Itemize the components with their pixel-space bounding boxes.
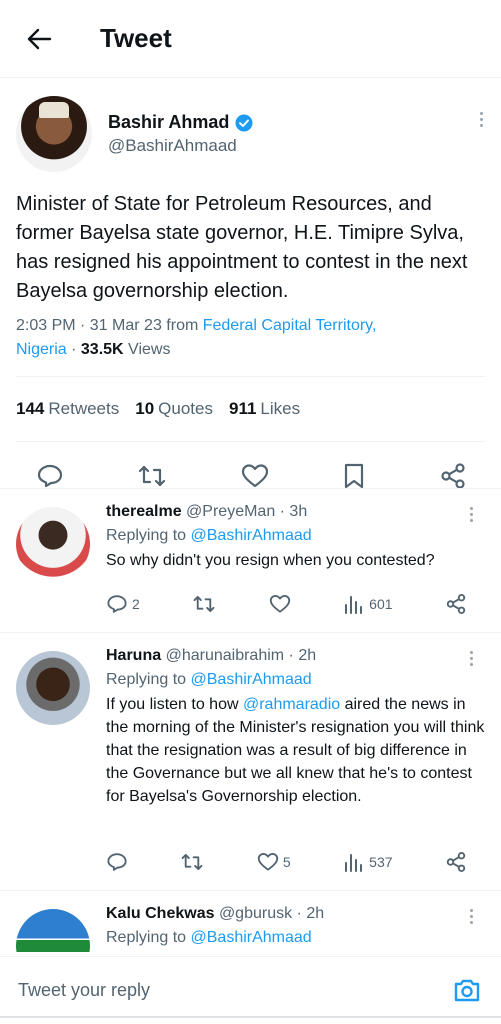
share-icon bbox=[446, 852, 466, 872]
tweet-location[interactable]: Federal Capital Territory, bbox=[203, 317, 377, 334]
reply-author-handle[interactable]: @PreyeMan · 3h bbox=[186, 503, 307, 520]
reply-author-handle[interactable]: @gburusk · 2h bbox=[219, 905, 324, 922]
retweet-button[interactable] bbox=[180, 851, 204, 873]
reply-icon bbox=[107, 853, 127, 871]
share-button[interactable] bbox=[445, 851, 467, 873]
reply-text: If you listen to how @rahmaradio aired t… bbox=[106, 696, 485, 805]
arrow-left-icon bbox=[27, 28, 52, 49]
reply-composer[interactable]: Tweet your reply bbox=[0, 956, 501, 1024]
author-name[interactable]: Bashir Ahmad bbox=[108, 112, 229, 133]
replying-to-mention[interactable]: @BashirAhmaad bbox=[191, 671, 312, 688]
replying-to-mention[interactable]: @BashirAhmaad bbox=[191, 527, 312, 544]
views-label: Views bbox=[123, 341, 171, 358]
like-button[interactable] bbox=[269, 594, 291, 614]
views-count: 33.5K bbox=[80, 341, 124, 358]
bookmark-icon[interactable] bbox=[342, 462, 366, 490]
reply-actions: 2 601 bbox=[106, 593, 467, 615]
divider bbox=[0, 1016, 501, 1018]
avatar[interactable] bbox=[16, 909, 90, 956]
more-options-icon[interactable] bbox=[470, 909, 473, 924]
tweet-author: Bashir Ahmad @BashirAhmaad bbox=[16, 94, 485, 174]
retweets-stat[interactable]: 144 Retweets bbox=[16, 399, 119, 419]
views-button[interactable]: 537 bbox=[343, 851, 393, 873]
reply-item[interactable]: Kalu Chekwas @gburusk · 2h Replying to @… bbox=[0, 890, 501, 956]
top-bar: Tweet bbox=[0, 0, 501, 78]
retweet-button[interactable] bbox=[192, 593, 216, 615]
camera-icon[interactable] bbox=[453, 977, 481, 1003]
more-options-icon[interactable] bbox=[470, 651, 473, 666]
views-icon bbox=[345, 854, 363, 872]
views-icon bbox=[345, 596, 363, 614]
author-handle[interactable]: @BashirAhmaad bbox=[108, 136, 253, 156]
reply-button[interactable]: 2 bbox=[106, 593, 140, 615]
share-button[interactable] bbox=[445, 593, 467, 615]
retweet-icon bbox=[193, 595, 215, 613]
reply-icon bbox=[107, 595, 127, 613]
back-button[interactable] bbox=[24, 24, 54, 54]
like-icon[interactable] bbox=[241, 463, 269, 489]
views-button[interactable]: 601 bbox=[343, 593, 393, 615]
reply-author-name[interactable]: therealme bbox=[106, 503, 182, 520]
tweet-time: 2:03 PM · 31 Mar 23 from bbox=[16, 317, 203, 334]
avatar[interactable] bbox=[16, 507, 90, 581]
share-icon[interactable] bbox=[439, 462, 467, 490]
views-sep: · bbox=[66, 341, 81, 358]
mention-link[interactable]: @rahmaradio bbox=[243, 696, 340, 713]
page-title: Tweet bbox=[100, 23, 172, 53]
tweet-text: Minister of State for Petroleum Resource… bbox=[16, 193, 468, 302]
reply-author-name[interactable]: Kalu Chekwas bbox=[106, 905, 214, 922]
reply-author-name[interactable]: Haruna bbox=[106, 647, 161, 664]
tweet-meta: 2:03 PM · 31 Mar 23 from Federal Capital… bbox=[16, 314, 485, 362]
reply-text: So why didn't you resign when you contes… bbox=[106, 552, 435, 569]
replying-to-label: Replying to bbox=[106, 527, 191, 544]
replying-to-mention[interactable]: @BashirAhmaad bbox=[191, 929, 312, 946]
avatar[interactable] bbox=[16, 96, 92, 172]
reply-input-placeholder[interactable]: Tweet your reply bbox=[18, 980, 150, 1001]
share-icon bbox=[446, 594, 466, 614]
like-icon bbox=[269, 595, 290, 613]
reply-icon[interactable] bbox=[36, 462, 64, 490]
reply-item[interactable]: therealme @PreyeMan · 3h Replying to @Ba… bbox=[0, 488, 501, 632]
tweet-stats: 144 Retweets 10 Quotes 911 Likes bbox=[16, 377, 485, 441]
more-options-icon[interactable] bbox=[470, 507, 473, 522]
replying-to-label: Replying to bbox=[106, 929, 191, 946]
reply-item[interactable]: Haruna @harunaibrahim · 2h Replying to @… bbox=[0, 632, 501, 890]
quotes-stat[interactable]: 10 Quotes bbox=[135, 399, 213, 419]
like-icon bbox=[257, 853, 279, 871]
reply-author-handle[interactable]: @harunaibrahim · 2h bbox=[166, 647, 317, 664]
verified-badge-icon bbox=[235, 114, 253, 131]
main-tweet: Bashir Ahmad @BashirAhmaad Minister of S… bbox=[0, 78, 501, 510]
tweet-location-country[interactable]: Nigeria bbox=[16, 341, 67, 358]
reply-count: 2 bbox=[132, 596, 140, 612]
reply-actions: 5 537 bbox=[106, 851, 467, 873]
views-count: 537 bbox=[369, 854, 393, 870]
replying-to-label: Replying to bbox=[106, 671, 191, 688]
views-count: 601 bbox=[369, 596, 393, 612]
retweet-icon[interactable] bbox=[137, 462, 167, 490]
reply-button[interactable] bbox=[106, 851, 128, 873]
retweet-icon bbox=[182, 853, 203, 871]
avatar[interactable] bbox=[16, 651, 90, 725]
like-count: 5 bbox=[282, 854, 291, 870]
like-button[interactable]: 5 bbox=[257, 852, 291, 872]
more-options-icon[interactable] bbox=[480, 112, 483, 127]
likes-stat[interactable]: 911 Likes bbox=[229, 399, 300, 419]
